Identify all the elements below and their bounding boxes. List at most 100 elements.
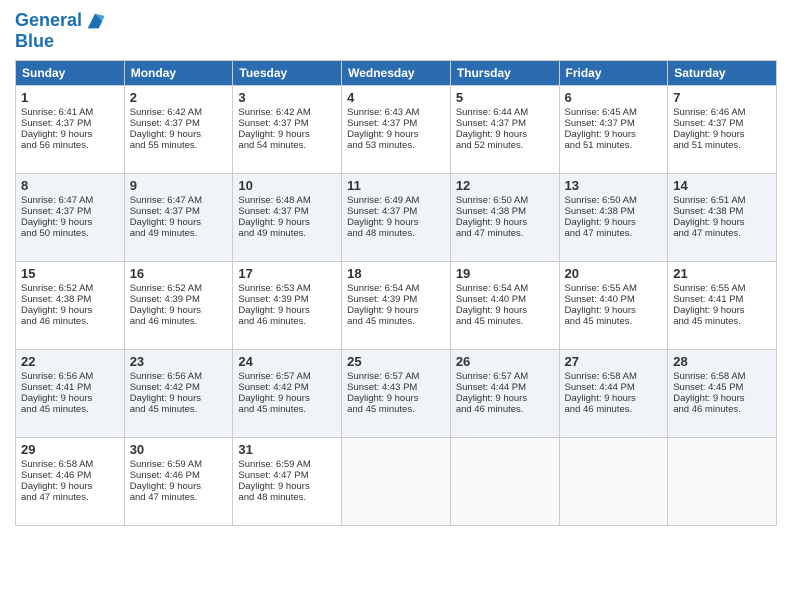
day-number: 6: [565, 90, 663, 105]
calendar-day-cell: 7Sunrise: 6:46 AMSunset: 4:37 PMDaylight…: [668, 85, 777, 173]
day-info: Sunset: 4:37 PM: [565, 118, 663, 129]
day-info: Daylight: 9 hours: [21, 305, 119, 316]
day-info: Daylight: 9 hours: [565, 129, 663, 140]
day-info: and 47 minutes.: [565, 228, 663, 239]
day-info: Sunset: 4:37 PM: [238, 118, 336, 129]
calendar-day-cell: 18Sunrise: 6:54 AMSunset: 4:39 PMDayligh…: [342, 261, 451, 349]
day-info: and 50 minutes.: [21, 228, 119, 239]
calendar-day-cell: 13Sunrise: 6:50 AMSunset: 4:38 PMDayligh…: [559, 173, 668, 261]
day-number: 4: [347, 90, 445, 105]
day-info: Sunset: 4:37 PM: [347, 118, 445, 129]
day-info: and 47 minutes.: [21, 492, 119, 503]
day-info: Sunset: 4:46 PM: [130, 470, 228, 481]
day-info: Sunrise: 6:57 AM: [347, 371, 445, 382]
day-info: Sunrise: 6:51 AM: [673, 195, 771, 206]
calendar-day-cell: 14Sunrise: 6:51 AMSunset: 4:38 PMDayligh…: [668, 173, 777, 261]
day-info: Daylight: 9 hours: [238, 481, 336, 492]
day-info: Sunrise: 6:54 AM: [456, 283, 554, 294]
day-number: 9: [130, 178, 228, 193]
day-info: Sunrise: 6:46 AM: [673, 107, 771, 118]
day-info: Daylight: 9 hours: [565, 305, 663, 316]
day-info: and 45 minutes.: [347, 404, 445, 415]
day-info: Sunset: 4:40 PM: [456, 294, 554, 305]
day-number: 26: [456, 354, 554, 369]
day-info: and 45 minutes.: [347, 316, 445, 327]
day-info: Daylight: 9 hours: [238, 217, 336, 228]
day-info: Sunset: 4:42 PM: [238, 382, 336, 393]
calendar-day-cell: 10Sunrise: 6:48 AMSunset: 4:37 PMDayligh…: [233, 173, 342, 261]
day-info: and 47 minutes.: [130, 492, 228, 503]
day-number: 11: [347, 178, 445, 193]
day-info: Sunrise: 6:44 AM: [456, 107, 554, 118]
day-info: Sunset: 4:44 PM: [565, 382, 663, 393]
logo-text2: Blue: [15, 32, 106, 52]
day-info: Sunrise: 6:42 AM: [130, 107, 228, 118]
calendar-day-cell: 26Sunrise: 6:57 AMSunset: 4:44 PMDayligh…: [450, 349, 559, 437]
day-number: 23: [130, 354, 228, 369]
day-info: Sunset: 4:47 PM: [238, 470, 336, 481]
day-info: Daylight: 9 hours: [130, 393, 228, 404]
day-number: 24: [238, 354, 336, 369]
day-info: Sunrise: 6:53 AM: [238, 283, 336, 294]
day-info: and 46 minutes.: [21, 316, 119, 327]
day-info: Sunrise: 6:43 AM: [347, 107, 445, 118]
day-info: Sunset: 4:37 PM: [21, 206, 119, 217]
day-number: 17: [238, 266, 336, 281]
day-info: and 55 minutes.: [130, 140, 228, 151]
calendar-day-cell: 29Sunrise: 6:58 AMSunset: 4:46 PMDayligh…: [16, 437, 125, 525]
day-info: and 46 minutes.: [673, 404, 771, 415]
day-info: Sunrise: 6:59 AM: [238, 459, 336, 470]
day-info: Sunset: 4:38 PM: [21, 294, 119, 305]
day-info: Sunset: 4:38 PM: [456, 206, 554, 217]
day-info: and 46 minutes.: [456, 404, 554, 415]
day-info: Daylight: 9 hours: [673, 305, 771, 316]
weekday-header: Tuesday: [233, 60, 342, 85]
day-info: and 52 minutes.: [456, 140, 554, 151]
day-info: Sunset: 4:40 PM: [565, 294, 663, 305]
calendar-day-cell: 15Sunrise: 6:52 AMSunset: 4:38 PMDayligh…: [16, 261, 125, 349]
day-number: 14: [673, 178, 771, 193]
day-info: Daylight: 9 hours: [456, 305, 554, 316]
day-info: Daylight: 9 hours: [347, 393, 445, 404]
day-number: 19: [456, 266, 554, 281]
day-number: 3: [238, 90, 336, 105]
calendar-day-cell: 27Sunrise: 6:58 AMSunset: 4:44 PMDayligh…: [559, 349, 668, 437]
day-number: 25: [347, 354, 445, 369]
day-info: Sunrise: 6:47 AM: [130, 195, 228, 206]
day-info: Daylight: 9 hours: [673, 217, 771, 228]
day-number: 10: [238, 178, 336, 193]
day-info: Sunrise: 6:49 AM: [347, 195, 445, 206]
calendar-day-cell: 8Sunrise: 6:47 AMSunset: 4:37 PMDaylight…: [16, 173, 125, 261]
day-info: and 45 minutes.: [565, 316, 663, 327]
day-info: Daylight: 9 hours: [673, 393, 771, 404]
day-info: Sunrise: 6:50 AM: [456, 195, 554, 206]
empty-cell: [668, 437, 777, 525]
day-info: Daylight: 9 hours: [456, 129, 554, 140]
calendar-day-cell: 22Sunrise: 6:56 AMSunset: 4:41 PMDayligh…: [16, 349, 125, 437]
day-number: 5: [456, 90, 554, 105]
day-info: Sunrise: 6:54 AM: [347, 283, 445, 294]
day-number: 2: [130, 90, 228, 105]
day-info: and 51 minutes.: [673, 140, 771, 151]
day-info: Daylight: 9 hours: [347, 217, 445, 228]
day-number: 31: [238, 442, 336, 457]
day-info: Sunset: 4:41 PM: [673, 294, 771, 305]
weekday-header: Thursday: [450, 60, 559, 85]
day-info: and 49 minutes.: [130, 228, 228, 239]
day-info: Daylight: 9 hours: [456, 217, 554, 228]
day-number: 30: [130, 442, 228, 457]
day-info: Daylight: 9 hours: [456, 393, 554, 404]
day-info: Sunrise: 6:56 AM: [130, 371, 228, 382]
day-info: Daylight: 9 hours: [673, 129, 771, 140]
day-info: Daylight: 9 hours: [21, 129, 119, 140]
day-info: Sunset: 4:38 PM: [565, 206, 663, 217]
empty-cell: [559, 437, 668, 525]
day-number: 21: [673, 266, 771, 281]
day-info: Sunset: 4:37 PM: [238, 206, 336, 217]
day-info: Sunrise: 6:52 AM: [130, 283, 228, 294]
day-info: and 46 minutes.: [565, 404, 663, 415]
day-number: 12: [456, 178, 554, 193]
day-info: Sunrise: 6:57 AM: [238, 371, 336, 382]
logo-text: General: [15, 11, 82, 31]
day-number: 29: [21, 442, 119, 457]
